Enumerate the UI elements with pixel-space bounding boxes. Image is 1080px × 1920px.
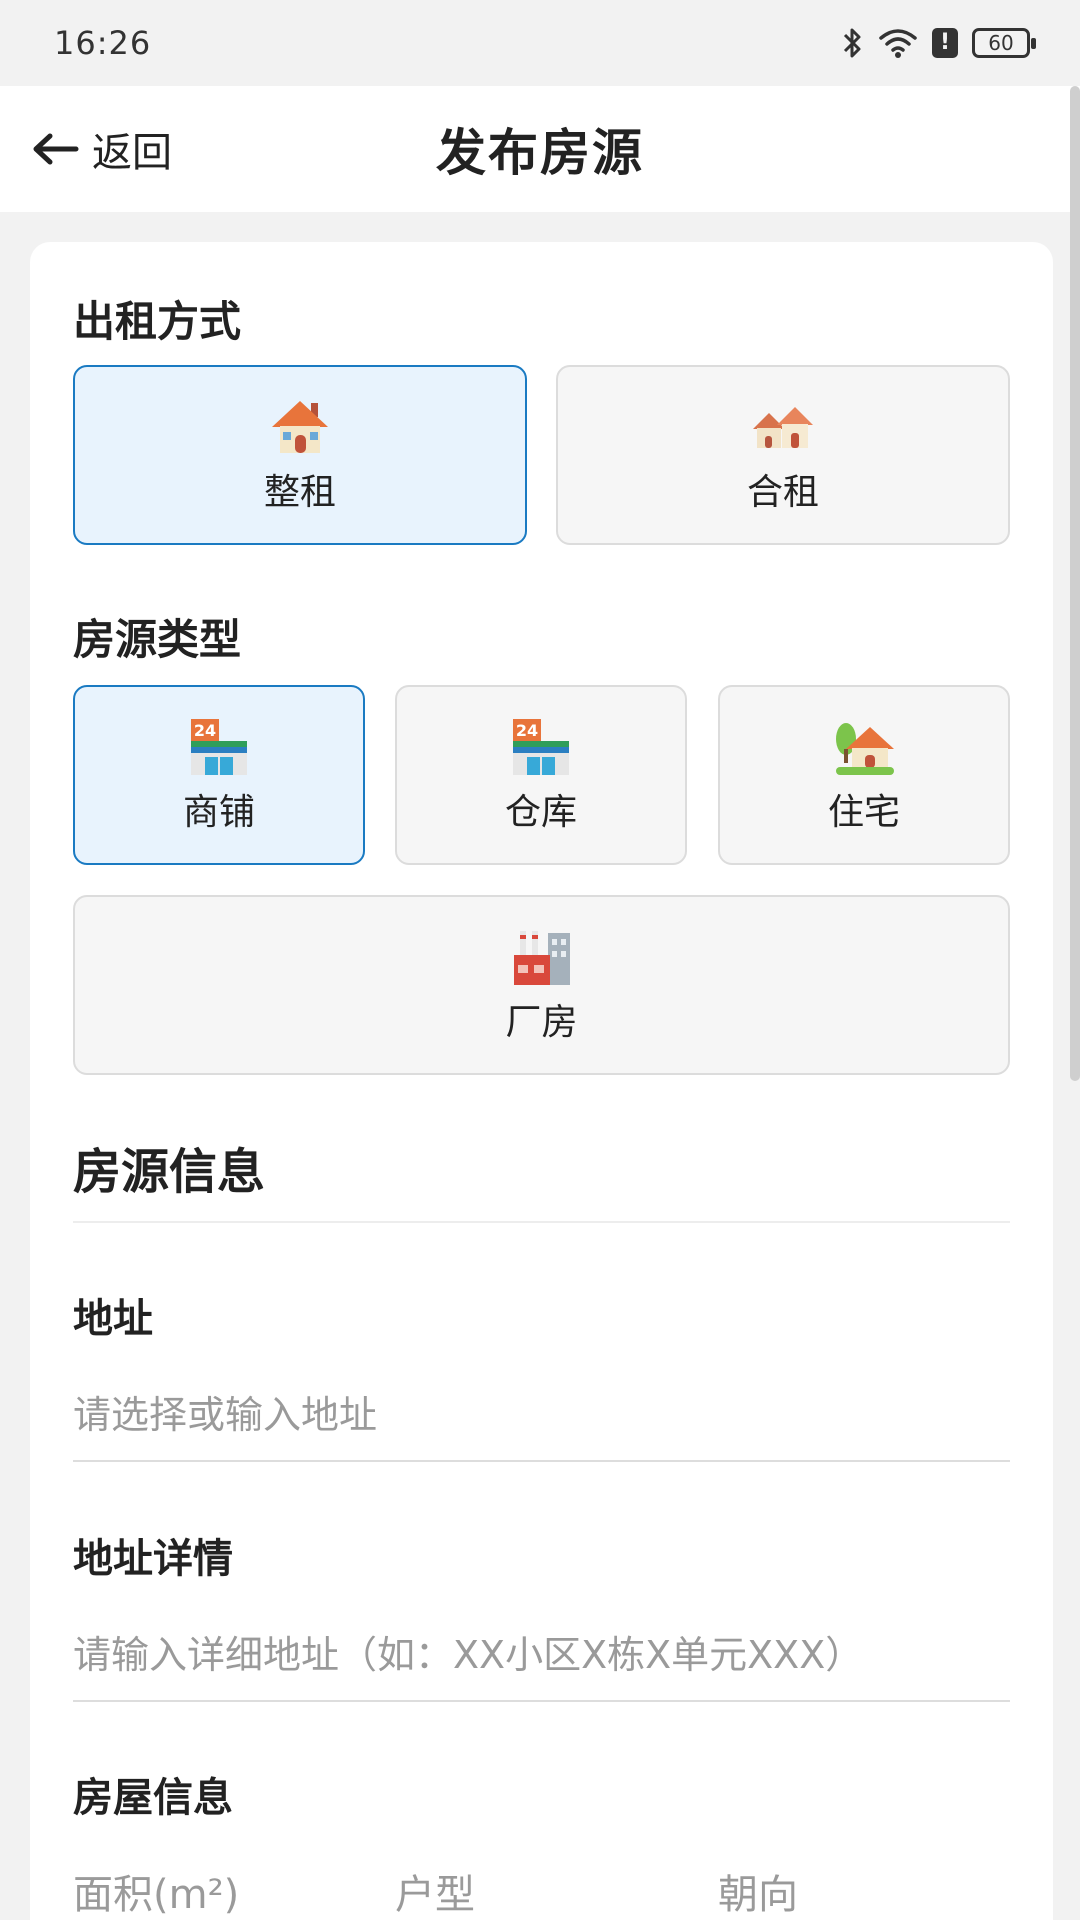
nav-bar: 返回 发布房源 bbox=[0, 86, 1080, 212]
bluetooth-icon bbox=[843, 28, 861, 58]
divider bbox=[73, 1221, 1010, 1223]
info-section-title: 房源信息 bbox=[73, 1144, 266, 1200]
convenience-store-icon: 24 bbox=[513, 719, 569, 775]
option-label: 仓库 bbox=[504, 792, 577, 833]
factory-icon bbox=[513, 931, 570, 985]
option-label: 商铺 bbox=[182, 792, 255, 833]
option-residence[interactable]: 住宅 bbox=[718, 685, 1010, 865]
option-factory[interactable]: 厂房 bbox=[73, 895, 1010, 1075]
option-warehouse[interactable]: 24 仓库 bbox=[395, 685, 687, 865]
option-label: 合租 bbox=[746, 472, 819, 513]
alert-icon: ! bbox=[932, 28, 958, 58]
layout-label: 户型 bbox=[395, 1872, 475, 1918]
back-button[interactable]: 返回 bbox=[30, 120, 172, 178]
orientation-label: 朝向 bbox=[718, 1872, 798, 1918]
option-shop[interactable]: 24 商铺 bbox=[73, 685, 365, 865]
address-detail-input[interactable] bbox=[73, 1622, 1010, 1688]
back-label: 返回 bbox=[92, 130, 172, 176]
wifi-icon bbox=[879, 29, 917, 58]
battery-icon: 60 bbox=[972, 28, 1036, 58]
option-shared-rent[interactable]: 合租 bbox=[556, 365, 1010, 545]
rental-mode-title: 出租方式 bbox=[73, 297, 242, 346]
address-label: 地址 bbox=[73, 1296, 153, 1342]
property-type-title: 房源类型 bbox=[73, 615, 242, 664]
option-label: 厂房 bbox=[505, 1002, 578, 1043]
address-detail-label: 地址详情 bbox=[73, 1536, 233, 1582]
scrollbar[interactable] bbox=[1070, 86, 1080, 1081]
house-info-label: 房屋信息 bbox=[73, 1775, 233, 1821]
area-label: 面积(m²) bbox=[73, 1872, 240, 1918]
houses-icon bbox=[753, 407, 813, 448]
address-underline bbox=[73, 1460, 1010, 1462]
convenience-store-icon: 24 bbox=[191, 719, 247, 775]
status-bar: 16:26 ! 60 bbox=[0, 0, 1080, 86]
arrow-left-icon bbox=[33, 133, 79, 165]
option-whole-rent[interactable]: 整租 bbox=[73, 365, 527, 545]
house-icon bbox=[272, 401, 328, 453]
svg-text:24: 24 bbox=[516, 721, 538, 740]
address-input[interactable] bbox=[73, 1382, 1010, 1448]
option-label: 整租 bbox=[263, 472, 336, 513]
house-with-garden-icon bbox=[836, 723, 894, 775]
status-time: 16:26 bbox=[54, 24, 152, 62]
svg-text:24: 24 bbox=[194, 721, 216, 740]
option-label: 住宅 bbox=[827, 792, 900, 833]
address-detail-underline bbox=[73, 1700, 1010, 1702]
form-card: 出租方式 整租 合租 房源类型 24 商铺 24 仓库 住宅 厂房 房源信息 地… bbox=[30, 242, 1053, 1920]
status-icons: ! 60 bbox=[840, 26, 1036, 60]
